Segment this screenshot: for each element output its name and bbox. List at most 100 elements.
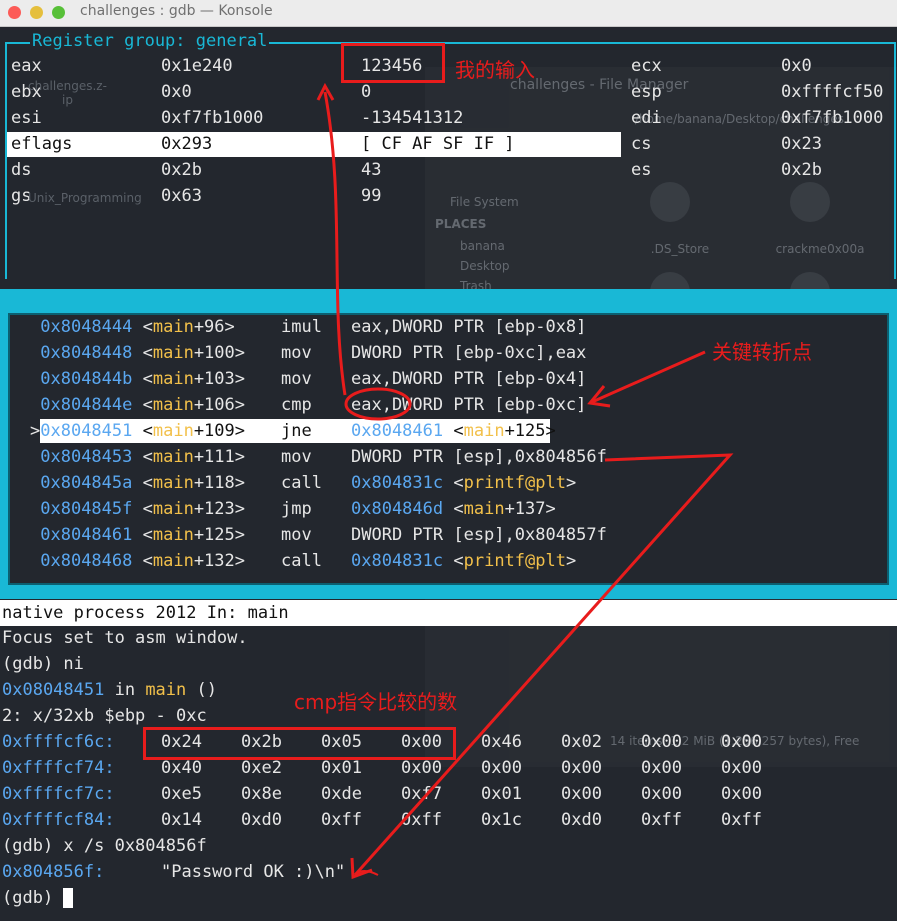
register-window-title: Register group: general bbox=[30, 31, 270, 51]
register-value: [ CF AF SF IF ] bbox=[361, 134, 515, 154]
register-name: cs bbox=[631, 134, 652, 154]
asm-symbol: main bbox=[152, 395, 194, 415]
asm-symbol: main bbox=[152, 343, 194, 363]
terminal[interactable]: challenges - File Manager/home/banana/De… bbox=[0, 27, 897, 921]
register-name: esi bbox=[11, 108, 42, 128]
asm-opcode: imul bbox=[281, 317, 322, 337]
memory-bytes-highlight-box bbox=[143, 727, 456, 760]
register-name: ds bbox=[11, 160, 32, 180]
register-value: 43 bbox=[361, 160, 382, 180]
register-hex: 0x2b bbox=[161, 160, 202, 180]
close-button[interactable] bbox=[8, 6, 21, 19]
annotation-cmp-values: cmp指令比较的数 bbox=[294, 690, 458, 714]
asm-line[interactable]: 0x804845f <main+123> bbox=[30, 496, 245, 522]
register-value: 0x23 bbox=[781, 134, 822, 154]
memory-byte: 0xff bbox=[321, 810, 362, 830]
asm-line[interactable]: 0x8048444 <main+96> bbox=[30, 314, 235, 340]
minimize-button[interactable] bbox=[30, 6, 43, 19]
console-line: (gdb) x /s 0x804856f bbox=[2, 836, 207, 856]
asm-symbol: main bbox=[152, 447, 194, 467]
register-name: edi bbox=[631, 108, 662, 128]
prompt-text: (gdb) bbox=[2, 888, 64, 908]
asm-operands: DWORD PTR [esp],0x804856f bbox=[351, 447, 607, 467]
asm-address: 0x804845a bbox=[40, 473, 133, 493]
asm-line[interactable]: 0x804844e <main+106> bbox=[30, 392, 245, 418]
asm-line[interactable]: 0x8048468 <main+132> bbox=[30, 548, 245, 574]
asm-target-offset: +137 bbox=[504, 499, 546, 519]
memory-byte: 0x00 bbox=[561, 758, 602, 778]
memory-byte: 0x00 bbox=[641, 758, 682, 778]
desktop-item: Unix_Programming bbox=[28, 191, 142, 205]
memory-byte: 0x00 bbox=[641, 784, 682, 804]
console-prompt[interactable]: (gdb) bbox=[2, 885, 74, 911]
pc-marker bbox=[30, 551, 40, 571]
memory-byte: 0x00 bbox=[481, 758, 522, 778]
console-line: 0x08048451 in main () bbox=[2, 677, 217, 703]
memory-byte: 0x02 bbox=[561, 732, 602, 752]
asm-address: 0x804844e bbox=[40, 395, 133, 415]
asm-address: 0x804845f bbox=[40, 499, 133, 519]
asm-target-address: 0x8048461 bbox=[351, 421, 444, 441]
asm-line[interactable]: >0x8048451 <main+109> bbox=[30, 418, 245, 444]
asm-symbol: main bbox=[152, 317, 194, 337]
asm-line[interactable]: 0x804845a <main+118> bbox=[30, 470, 245, 496]
memory-byte: 0x14 bbox=[161, 810, 202, 830]
memory-address: 0xffffcf84: bbox=[2, 810, 115, 830]
asm-target-symbol: printf@plt bbox=[463, 473, 566, 493]
register-value: 0xffffcf50 bbox=[781, 82, 884, 102]
annotation-turning-point: 关键转折点 bbox=[712, 340, 812, 364]
asm-symbol: main bbox=[152, 525, 194, 545]
asm-address: 0x8048453 bbox=[40, 447, 133, 467]
pc-marker: > bbox=[30, 421, 41, 441]
register-name: esp bbox=[631, 82, 662, 102]
asm-line[interactable]: 0x804844b <main+103> bbox=[30, 366, 245, 392]
asm-line[interactable]: 0x8048461 <main+125> bbox=[30, 522, 245, 548]
asm-target-symbol: main bbox=[463, 499, 505, 519]
asm-offset: +125 bbox=[193, 525, 235, 545]
window-title: challenges : gdb — Konsole bbox=[80, 3, 273, 19]
register-value: 99 bbox=[361, 186, 382, 206]
asm-opcode: mov bbox=[281, 447, 312, 467]
pc-marker bbox=[30, 473, 40, 493]
memory-byte: 0xd0 bbox=[241, 810, 282, 830]
memory-byte: 0x00 bbox=[721, 784, 762, 804]
register-hex: 0x1e240 bbox=[161, 56, 233, 76]
asm-offset: +106 bbox=[193, 395, 235, 415]
register-value: 0x0 bbox=[781, 56, 812, 76]
asm-offset: +96 bbox=[193, 317, 225, 337]
asm-target-address: 0x804831c bbox=[351, 551, 444, 571]
register-value: -134541312 bbox=[361, 108, 464, 128]
memory-byte: 0x00 bbox=[721, 758, 762, 778]
console-line: Focus set to asm window. bbox=[2, 628, 248, 648]
asm-opcode: mov bbox=[281, 525, 312, 545]
console-address: 0x08048451 bbox=[2, 680, 105, 700]
pc-marker bbox=[30, 343, 40, 363]
register-hex: 0xf7fb1000 bbox=[161, 108, 264, 128]
asm-offset: +123 bbox=[193, 499, 235, 519]
memory-byte: 0xff bbox=[401, 810, 442, 830]
asm-target-address: 0x804831c bbox=[351, 473, 444, 493]
memory-byte: 0x01 bbox=[481, 784, 522, 804]
string-address: 0x804856f: bbox=[2, 862, 105, 882]
memory-address: 0xffffcf7c: bbox=[2, 784, 115, 804]
asm-symbol: main bbox=[152, 473, 194, 493]
asm-line[interactable]: 0x8048448 <main+100> bbox=[30, 340, 245, 366]
memory-byte: 0xe5 bbox=[161, 784, 202, 804]
asm-opcode: jne bbox=[281, 421, 312, 441]
pc-marker bbox=[30, 317, 40, 337]
register-name: eflags bbox=[11, 134, 73, 154]
asm-opcode: jmp bbox=[281, 499, 312, 519]
input-highlight-box bbox=[341, 43, 445, 83]
asm-line[interactable]: 0x8048453 <main+111> bbox=[30, 444, 245, 470]
asm-opcode: call bbox=[281, 551, 322, 571]
asm-target: 0x804831c <printf@plt> bbox=[351, 473, 577, 493]
register-value: 0 bbox=[361, 82, 372, 102]
asm-symbol: main bbox=[152, 499, 194, 519]
register-value: 0x2b bbox=[781, 160, 822, 180]
maximize-button[interactable] bbox=[52, 6, 65, 19]
console-text: in bbox=[104, 680, 146, 700]
annotation-my-input: 我的输入 bbox=[455, 58, 535, 82]
asm-target-symbol: main bbox=[463, 421, 505, 441]
string-value: "Password OK :)\n" bbox=[161, 862, 346, 882]
memory-byte: 0xd0 bbox=[561, 810, 602, 830]
